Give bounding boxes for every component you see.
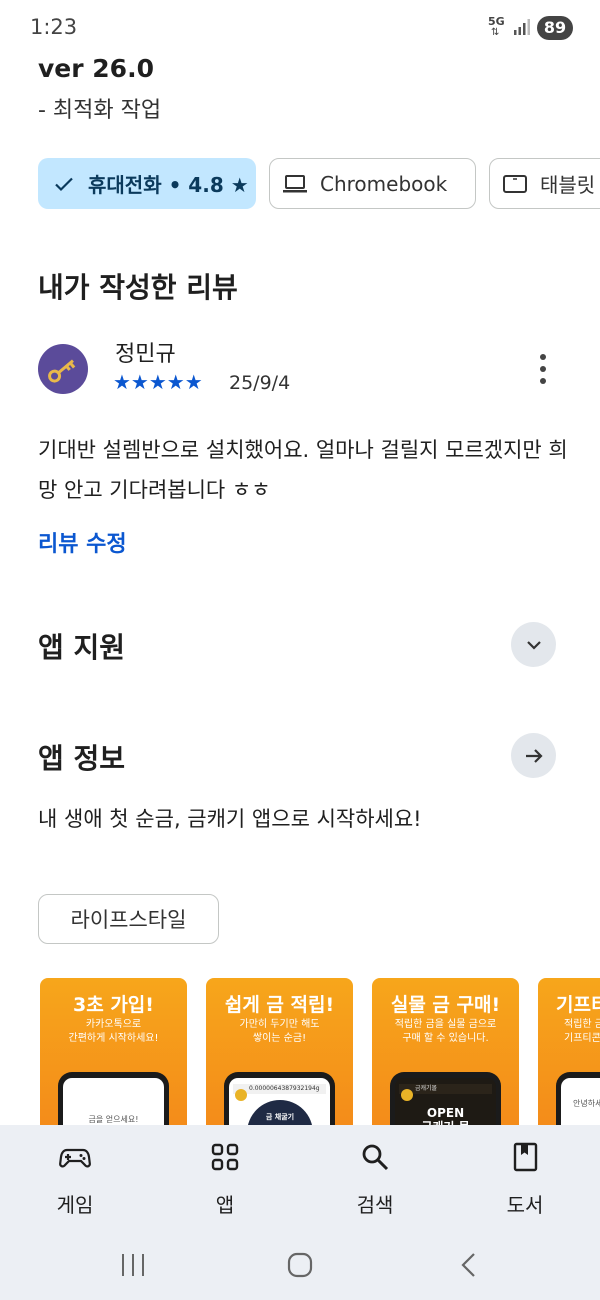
- laptop-icon: [283, 174, 307, 192]
- tablet-icon: [503, 174, 527, 193]
- app-info-heading[interactable]: 앱 정보: [38, 737, 125, 777]
- more-options-icon[interactable]: [532, 352, 554, 386]
- screenshot-3[interactable]: 실물 금 구매! 적립한 금을 실물 금으로 구매 할 수 있습니다. 금캐기몰…: [372, 978, 519, 1138]
- gamepad-icon: [59, 1148, 91, 1168]
- home-icon[interactable]: [286, 1251, 314, 1279]
- nav-games[interactable]: 게임: [25, 1141, 125, 1221]
- battery-indicator: 89: [537, 16, 573, 40]
- status-bar: 1:23 5G ⇅ 89: [0, 0, 600, 56]
- screenshot-2[interactable]: 쉽게 금 적립! 가만히 두기만 해도 쌓이는 순금! 0.0000064387…: [206, 978, 353, 1138]
- reviewer-name: 정민규: [115, 342, 176, 367]
- chip-chromebook[interactable]: Chromebook: [269, 158, 476, 209]
- check-icon: [55, 177, 73, 191]
- chip-tablet[interactable]: 태블릿: [489, 158, 600, 209]
- nav-apps[interactable]: 앱: [175, 1141, 275, 1221]
- nav-books[interactable]: 도서: [475, 1141, 575, 1221]
- status-time: 1:23: [30, 15, 78, 39]
- edit-review-link[interactable]: 리뷰 수정: [38, 526, 127, 558]
- avatar: [38, 344, 88, 394]
- book-icon: [513, 1142, 538, 1172]
- review-text: 기대반 설렘반으로 설치했어요. 얼마나 걸릴지 모르겠지만 희망 안고 기다려…: [38, 438, 568, 502]
- system-navigation: [0, 1245, 600, 1285]
- rating-stars: ★★★★★: [113, 370, 203, 394]
- chip-tablet-label: 태블릿: [540, 173, 596, 197]
- network-5g-icon: 5G ⇅: [488, 15, 505, 38]
- app-description: 내 생애 첫 순금, 금캐기 앱으로 시작하세요!: [38, 807, 422, 831]
- version-title: ver 26.0: [38, 54, 154, 83]
- screenshot-carousel[interactable]: 3초 가입! 카카오톡으로 간편하게 시작하세요! 금을 얻으세요! 쉽게 금 …: [0, 978, 600, 1138]
- version-note: - 최적화 작업: [38, 98, 162, 123]
- search-icon: [362, 1144, 389, 1171]
- review-date: 25/9/4: [229, 372, 291, 394]
- screenshot-4[interactable]: 기프티 적립한 금 기프티콘 안녕하세요 들: [538, 978, 600, 1138]
- chip-phone[interactable]: 휴대전화 • 4.8 ★: [38, 158, 256, 209]
- nav-search[interactable]: 검색: [325, 1141, 425, 1221]
- app-support-heading[interactable]: 앱 지원: [38, 626, 125, 666]
- chip-phone-label: 휴대전화 • 4.8 ★: [88, 173, 249, 197]
- expand-support-button[interactable]: [511, 622, 556, 667]
- my-review-heading: 내가 작성한 리뷰: [38, 271, 238, 304]
- signal-icon: [514, 19, 530, 35]
- key-icon: [48, 359, 76, 383]
- app-info-arrow-button[interactable]: [511, 733, 556, 778]
- arrow-right-icon: [525, 748, 543, 763]
- screenshot-1[interactable]: 3초 가입! 카카오톡으로 간편하게 시작하세요! 금을 얻으세요!: [40, 978, 187, 1138]
- chip-chromebook-label: Chromebook: [320, 171, 448, 196]
- apps-grid-icon: [211, 1143, 239, 1171]
- category-tag[interactable]: 라이프스타일: [38, 894, 219, 944]
- recent-apps-icon[interactable]: [120, 1251, 146, 1279]
- chevron-down-icon: [526, 640, 541, 650]
- back-icon[interactable]: [458, 1251, 480, 1279]
